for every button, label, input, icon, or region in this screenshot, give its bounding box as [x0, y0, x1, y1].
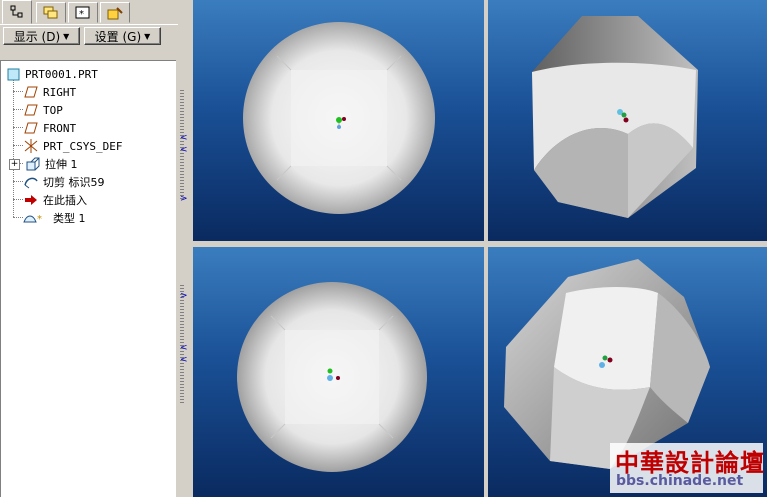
favorites-icon: [107, 6, 123, 19]
collapse-left-arrow-icon[interactable]: <: [180, 146, 188, 155]
collapse-left-arrow-icon[interactable]: <: [180, 344, 188, 353]
tree-item-root[interactable]: PRT0001.PRT: [5, 66, 98, 82]
tree-item-label: 切剪 标识59: [43, 176, 105, 189]
model-tree-icon: [10, 5, 23, 18]
tree-item-type[interactable]: * 类型 1: [23, 210, 86, 226]
tree-item-label: PRT0001.PRT: [25, 67, 98, 81]
tree-item-label: 类型 1: [53, 212, 86, 225]
display-label: 显示 (D): [13, 29, 61, 44]
tab-favorites[interactable]: [100, 2, 130, 23]
tree-line: [13, 91, 23, 92]
panel-splitter[interactable]: [178, 0, 192, 497]
svg-text:*: *: [37, 214, 42, 225]
panel-tab-bar: *: [0, 0, 178, 24]
tree-item-front[interactable]: FRONT: [23, 120, 76, 136]
tree-item-cut[interactable]: 切剪 标识59: [23, 174, 105, 190]
extrude-icon: [25, 157, 41, 171]
tree-item-label: RIGHT: [43, 85, 77, 99]
datum-plane-icon: [23, 85, 39, 99]
viewport-top-left[interactable]: [193, 0, 484, 241]
panel-button-row: 显示 (D) ▼ 设置 (G) ▼: [0, 24, 178, 47]
tree-line: [13, 145, 23, 146]
tree-item-csys[interactable]: PRT_CSYS_DEF: [23, 138, 122, 154]
model-front-view: [243, 22, 435, 214]
cut-icon: [23, 175, 39, 189]
forum-watermark: 中華設計論壇 bbs.chinade.net: [610, 443, 764, 493]
display-dropdown-button[interactable]: 显示 (D) ▼: [3, 27, 80, 45]
collapse-left-arrow-icon[interactable]: <: [180, 134, 188, 143]
tree-line: [13, 217, 23, 218]
expand-plus-icon[interactable]: +: [9, 158, 20, 170]
tree-item-label: TOP: [43, 103, 63, 117]
part-icon: [5, 67, 21, 81]
model-top-view: [237, 282, 427, 472]
surface-type-icon: *: [23, 211, 49, 225]
settings-label: 设置 (G): [94, 29, 142, 44]
settings-dropdown-button[interactable]: 设置 (G) ▼: [84, 27, 161, 45]
tab-model-tree[interactable]: [2, 0, 32, 24]
dropdown-arrow-icon: ▼: [63, 31, 70, 41]
tree-item-right[interactable]: RIGHT: [23, 84, 76, 100]
datum-plane-icon: [23, 121, 39, 135]
tree-line: [13, 79, 14, 217]
left-panel: * 显示 (D) ▼ 设置 (G) ▼ PRT0001.PRT RIGHT TO…: [0, 0, 178, 497]
tree-line: [13, 181, 23, 182]
tree-item-label: FRONT: [43, 121, 77, 135]
tree-line: [13, 109, 23, 110]
layers-icon: [43, 6, 58, 18]
tree-item-extrude[interactable]: + 拉伸 1: [9, 156, 78, 172]
watermark-url: bbs.chinade.net: [616, 473, 744, 489]
tab-star-frame[interactable]: *: [68, 2, 98, 23]
viewport-top-right[interactable]: [488, 0, 767, 241]
tree-item-label: PRT_CSYS_DEF: [43, 139, 123, 153]
tab-layers[interactable]: [36, 2, 66, 23]
csys-icon: [23, 139, 39, 153]
tree-item-insert-here[interactable]: 在此插入: [23, 192, 87, 208]
expand-right-arrow-icon[interactable]: >: [180, 195, 188, 204]
tree-line: [13, 199, 23, 200]
tree-item-top[interactable]: TOP: [23, 102, 63, 118]
star-frame-icon: *: [75, 6, 90, 20]
collapse-left-arrow-icon[interactable]: <: [180, 356, 188, 365]
svg-text:*: *: [79, 9, 84, 20]
tree-line: [13, 127, 23, 128]
dropdown-arrow-icon: ▼: [144, 31, 151, 41]
datum-plane-icon: [23, 103, 39, 117]
insert-here-arrow-icon: [23, 193, 39, 207]
expand-right-arrow-icon[interactable]: >: [180, 292, 188, 301]
tree-item-label: 在此插入: [43, 194, 87, 207]
model-tree: PRT0001.PRT RIGHT TOP FRONT PRT_CSYS_DEF…: [0, 60, 176, 497]
tree-item-label: 拉伸 1: [45, 158, 78, 171]
viewport-bottom-left[interactable]: [193, 247, 484, 497]
model-isometric-view: [532, 16, 698, 218]
